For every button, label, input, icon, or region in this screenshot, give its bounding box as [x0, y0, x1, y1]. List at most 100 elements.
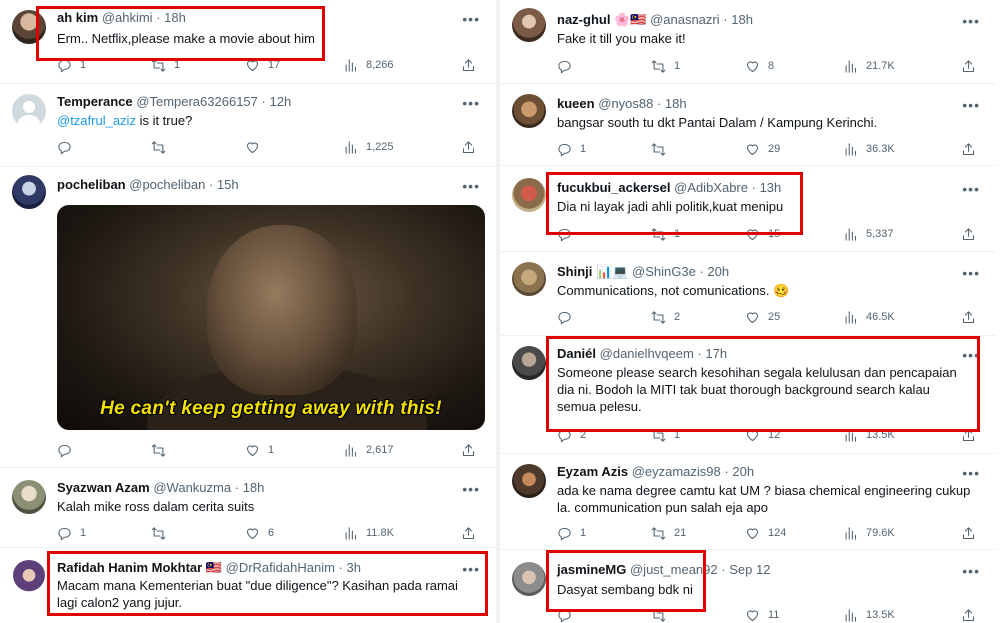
- display-name[interactable]: pocheliban: [57, 177, 126, 192]
- retweet-button[interactable]: 1: [651, 58, 680, 74]
- display-name[interactable]: Eyzam Azis: [557, 464, 628, 479]
- tweet-card[interactable]: Eyzam Azis @eyzamazis98 · 20h ••• ada ke…: [500, 454, 996, 550]
- handle[interactable]: @Tempera63266157: [136, 94, 258, 109]
- views-button[interactable]: 79.6K: [843, 525, 895, 541]
- share-button[interactable]: [961, 309, 976, 325]
- share-button[interactable]: [461, 525, 476, 541]
- more-icon[interactable]: •••: [962, 98, 980, 112]
- reply-icon: [57, 443, 72, 458]
- like-button[interactable]: [245, 139, 268, 155]
- tweet-card[interactable]: kueen @nyos88 · 18h ••• bangsar south tu…: [500, 84, 996, 166]
- display-name[interactable]: kueen: [557, 96, 595, 111]
- views-icon: [843, 310, 858, 325]
- reply-button[interactable]: [557, 309, 580, 325]
- handle[interactable]: @eyzamazis98: [632, 464, 721, 479]
- tweet-card[interactable]: Shinji 📊💻 @ShinG3e · 20h ••• Communicati…: [500, 252, 996, 336]
- views-button[interactable]: 46.5K: [843, 309, 895, 325]
- handle[interactable]: @ShinG3e: [632, 264, 696, 279]
- more-icon[interactable]: •••: [962, 182, 980, 196]
- mention-link[interactable]: @tzafrul_aziz: [57, 113, 136, 128]
- tweet-card[interactable]: Syazwan Azam @Wankuzma · 18h ••• Kalah m…: [0, 468, 496, 548]
- more-icon[interactable]: •••: [462, 482, 480, 496]
- share-button[interactable]: [461, 57, 476, 73]
- avatar[interactable]: [512, 262, 546, 296]
- retweet-button[interactable]: [151, 525, 174, 541]
- views-button[interactable]: 5,337: [843, 226, 894, 242]
- like-button[interactable]: 11: [745, 607, 779, 623]
- avatar[interactable]: [512, 346, 546, 380]
- avatar[interactable]: [12, 175, 46, 209]
- timestamp[interactable]: 20h: [707, 264, 729, 279]
- reply-button[interactable]: 1: [557, 525, 586, 541]
- like-button[interactable]: 1: [245, 442, 274, 458]
- avatar[interactable]: [12, 480, 46, 514]
- handle[interactable]: @anasnazri: [650, 12, 720, 27]
- timestamp[interactable]: Sep 12: [729, 562, 770, 577]
- reply-button[interactable]: 1: [57, 525, 86, 541]
- tweet-card[interactable]: naz-ghul 🌸🇲🇾 @anasnazri · 18h ••• Fake i…: [500, 0, 996, 84]
- avatar[interactable]: [512, 464, 546, 498]
- heart-icon: [245, 443, 260, 458]
- tweet-card[interactable]: Temperance @Tempera63266157 · 12h ••• @t…: [0, 84, 496, 167]
- timestamp[interactable]: 20h: [732, 464, 754, 479]
- gif-media[interactable]: He can't keep getting away with this!: [57, 205, 485, 430]
- retweet-button[interactable]: [651, 141, 674, 157]
- timestamp[interactable]: 18h: [243, 480, 265, 495]
- share-button[interactable]: [461, 442, 476, 458]
- more-icon[interactable]: •••: [462, 12, 480, 26]
- retweet-button[interactable]: [151, 442, 174, 458]
- retweet-button[interactable]: 21: [651, 525, 686, 541]
- views-button[interactable]: 1,225: [343, 139, 394, 155]
- heart-icon: [745, 526, 760, 541]
- like-button[interactable]: 124: [745, 525, 786, 541]
- display-name[interactable]: Shinji: [557, 264, 592, 279]
- like-button[interactable]: 25: [745, 309, 780, 325]
- view-count: 1,225: [366, 141, 394, 153]
- reply-button[interactable]: [57, 442, 80, 458]
- like-button[interactable]: 8: [745, 58, 774, 74]
- display-name[interactable]: Temperance: [57, 94, 133, 109]
- more-icon[interactable]: •••: [962, 266, 980, 280]
- like-count: 29: [768, 143, 781, 155]
- more-icon[interactable]: •••: [462, 179, 480, 193]
- share-button[interactable]: [961, 141, 976, 157]
- share-button[interactable]: [961, 226, 976, 242]
- handle[interactable]: @Wankuzma: [153, 480, 231, 495]
- views-button[interactable]: 36.3K: [843, 141, 895, 157]
- views-button[interactable]: 8,266: [343, 57, 394, 73]
- more-icon[interactable]: •••: [962, 466, 980, 480]
- share-button[interactable]: [961, 525, 976, 541]
- avatar[interactable]: [512, 8, 546, 42]
- avatar[interactable]: [12, 560, 46, 594]
- retweet-button[interactable]: 2: [651, 309, 680, 325]
- timestamp[interactable]: 18h: [731, 12, 753, 27]
- retweet-button[interactable]: [151, 139, 174, 155]
- share-button[interactable]: [461, 139, 476, 155]
- views-button[interactable]: 2,617: [343, 442, 394, 458]
- avatar[interactable]: [512, 562, 546, 596]
- timestamp[interactable]: 15h: [217, 177, 239, 192]
- views-button[interactable]: 21.7K: [843, 58, 895, 74]
- avatar[interactable]: [512, 94, 546, 128]
- views-button[interactable]: 11.8K: [343, 525, 394, 541]
- share-button[interactable]: [961, 607, 976, 623]
- timestamp[interactable]: 12h: [269, 94, 291, 109]
- reply-button[interactable]: [57, 139, 80, 155]
- like-button[interactable]: 6: [245, 525, 274, 541]
- reply-button[interactable]: [557, 58, 580, 74]
- avatar[interactable]: [512, 178, 546, 212]
- reply-button[interactable]: 1: [557, 141, 586, 157]
- handle[interactable]: @nyos88: [598, 96, 653, 111]
- handle[interactable]: @pocheliban: [129, 177, 205, 192]
- more-icon[interactable]: •••: [962, 14, 980, 28]
- avatar[interactable]: [12, 94, 46, 128]
- views-button[interactable]: 13.5K: [843, 607, 895, 623]
- timestamp[interactable]: 18h: [665, 96, 687, 111]
- more-icon[interactable]: •••: [462, 96, 480, 110]
- display-name[interactable]: naz-ghul: [557, 12, 610, 27]
- like-button[interactable]: 29: [745, 141, 780, 157]
- display-name[interactable]: Syazwan Azam: [57, 480, 150, 495]
- share-button[interactable]: [961, 58, 976, 74]
- more-icon[interactable]: •••: [962, 564, 980, 578]
- tweet-header: Eyzam Azis @eyzamazis98 · 20h: [557, 464, 754, 480]
